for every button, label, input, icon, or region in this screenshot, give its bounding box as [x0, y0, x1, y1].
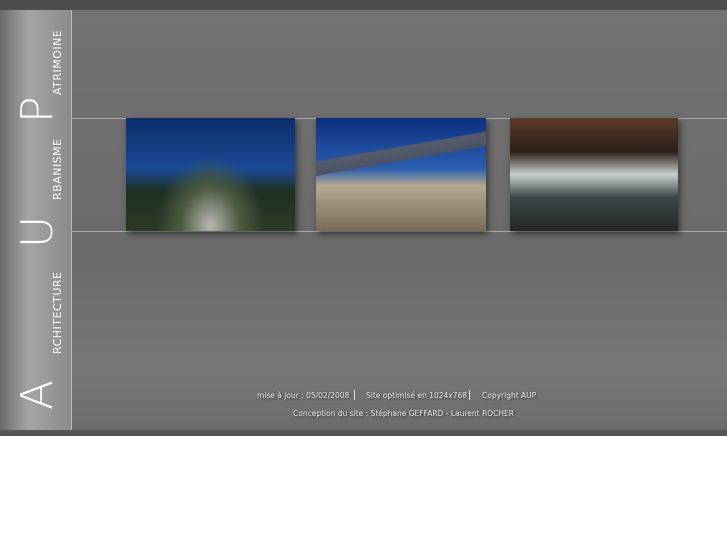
photo-tram-station[interactable]	[316, 118, 486, 231]
bottom-bar	[0, 430, 727, 436]
separator	[469, 390, 470, 400]
letter-p[interactable]: P	[12, 96, 63, 123]
separator	[354, 390, 355, 400]
letter-u[interactable]: U	[12, 216, 63, 248]
photo-station-interior[interactable]	[510, 118, 678, 231]
divider-bottom	[71, 231, 727, 232]
word-architecture[interactable]: RCHITECTURE	[51, 271, 64, 354]
photo-footbridge[interactable]	[126, 118, 295, 231]
update-date: mise à jour : 05/02/2008	[257, 391, 350, 400]
credits: Conception du site : Stéphane GEFFARD - …	[293, 409, 514, 418]
letter-a[interactable]: A	[12, 380, 63, 410]
copyright: Copyright AUP	[482, 391, 537, 400]
word-patrimoine[interactable]: ATRIMOINE	[51, 30, 64, 95]
optimized-text: Site optimisé en 1024x768	[366, 391, 468, 400]
sidebar-logo: A RCHITECTURE U RBANISME P ATRIMOINE	[0, 10, 72, 430]
top-bar	[0, 0, 727, 10]
word-urbanisme[interactable]: RBANISME	[51, 138, 64, 200]
